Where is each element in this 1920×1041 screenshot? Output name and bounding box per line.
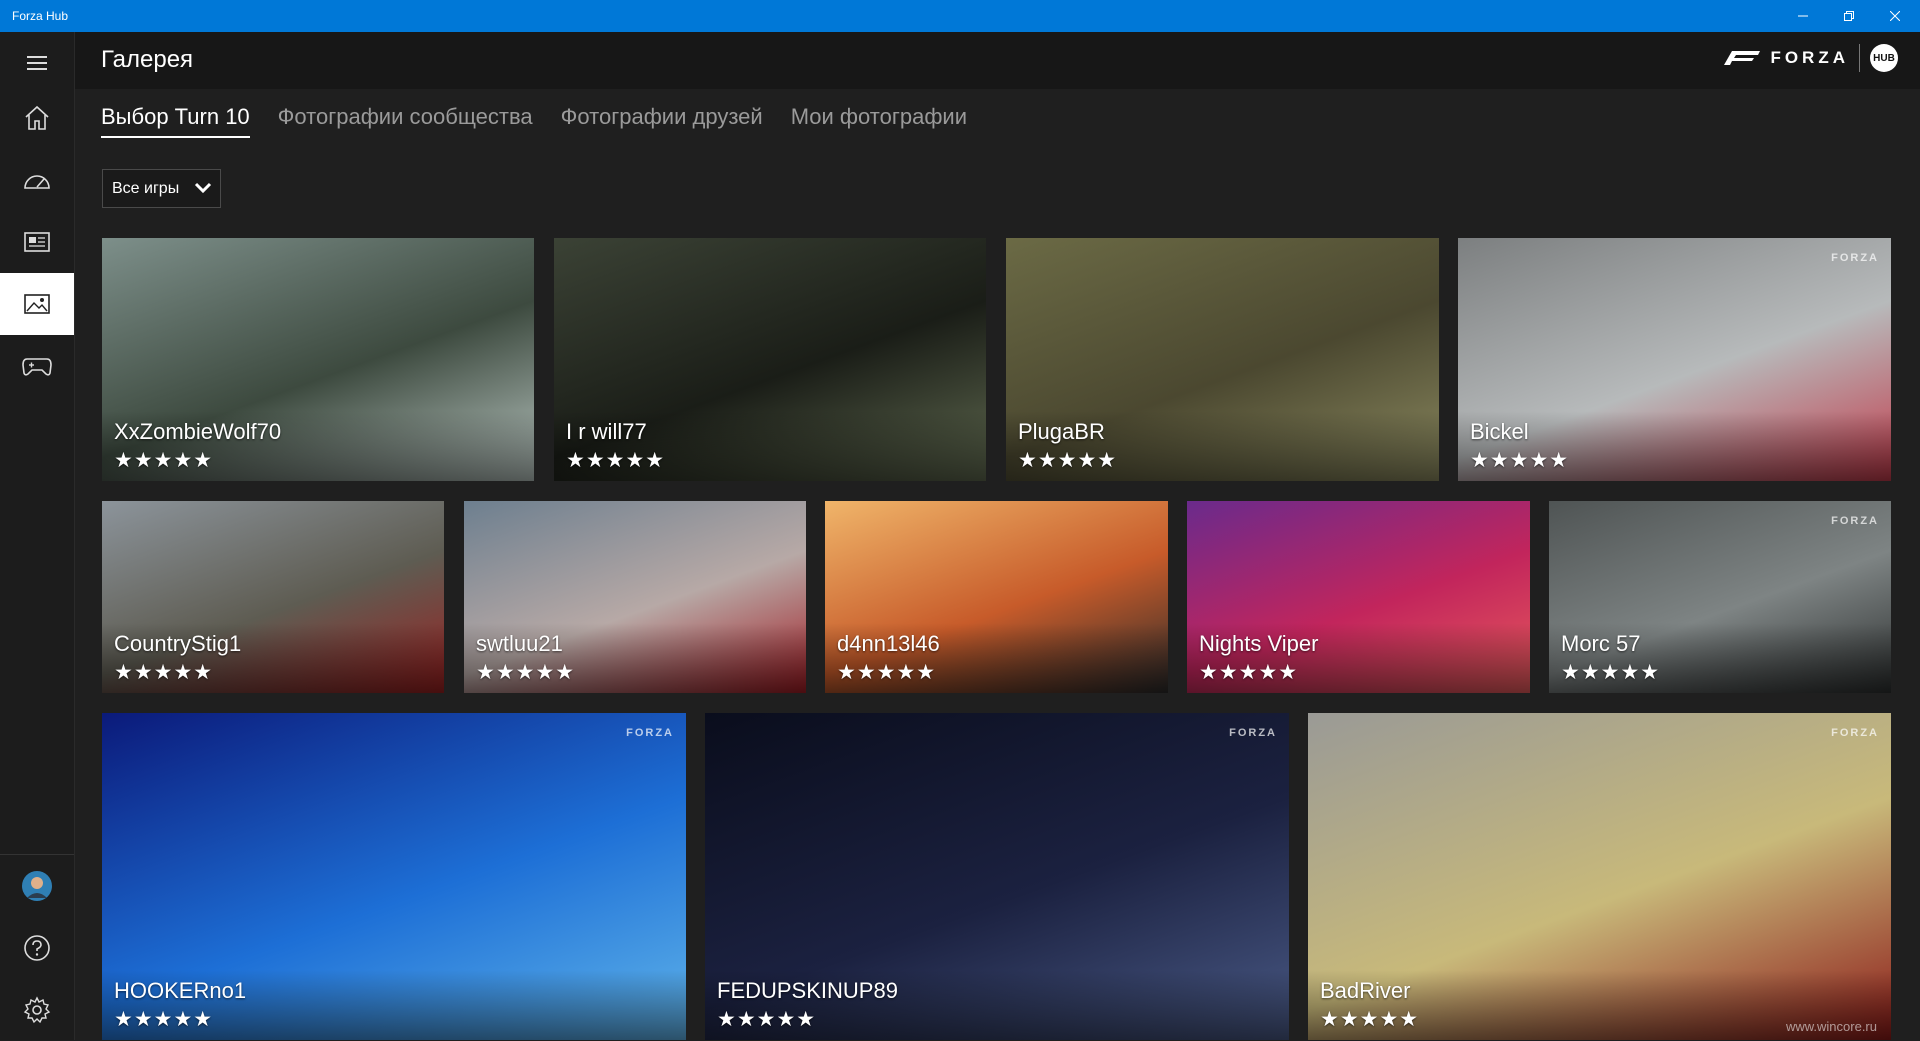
- speedometer-icon: [24, 175, 50, 189]
- photo-tile[interactable]: CountryStig1 ★★★★★: [102, 501, 444, 693]
- logo-divider: [1859, 44, 1860, 72]
- photo-author: CountryStig1: [114, 631, 242, 656]
- photo-tile[interactable]: FORZA BadRiver ★★★★★ www.wincore.ru: [1308, 713, 1891, 1040]
- games-filter-dropdown[interactable]: Все игры: [102, 169, 221, 208]
- forza-watermark: FORZA: [626, 727, 674, 739]
- settings-icon: [23, 996, 51, 1024]
- chevron-down-icon: [194, 182, 212, 194]
- hamburger-menu-icon: [27, 56, 47, 70]
- rating-stars: ★★★★★: [837, 661, 937, 684]
- forza-watermark: FORZA: [1831, 727, 1879, 739]
- rating-stars: ★★★★★: [717, 1008, 817, 1031]
- forza-watermark: FORZA: [1229, 727, 1277, 739]
- filter-label: Все игры: [112, 179, 180, 197]
- gallery-icon: [24, 294, 50, 314]
- photo-tile[interactable]: PlugaBR ★★★★★: [1006, 238, 1439, 481]
- title-bar: Forza Hub: [0, 0, 1920, 32]
- window-title: Forza Hub: [12, 9, 69, 23]
- sidebar-item-home[interactable]: [0, 87, 74, 149]
- photo-tile[interactable]: FORZA Morc 57 ★★★★★: [1549, 501, 1891, 693]
- news-icon: [24, 232, 50, 252]
- app-header: Галерея FORZA HUB: [75, 32, 1920, 89]
- photo-tile[interactable]: d4nn13l46 ★★★★★: [825, 501, 1168, 693]
- photo-author: Nights Viper: [1199, 631, 1319, 656]
- menu-button[interactable]: [0, 32, 74, 94]
- forza-logo-icon: [1724, 51, 1761, 65]
- help-button[interactable]: [0, 917, 74, 979]
- settings-button[interactable]: [0, 979, 74, 1041]
- photo-tile[interactable]: XxZombieWolf70 ★★★★★: [102, 238, 534, 481]
- photo-tile[interactable]: FORZA Bickel ★★★★★: [1458, 238, 1891, 481]
- logo-text: FORZA: [1770, 48, 1849, 67]
- hub-badge: HUB: [1870, 44, 1898, 72]
- sidebar-item-news[interactable]: [0, 211, 74, 273]
- photo-author: FEDUPSKINUP89: [717, 978, 898, 1003]
- tab-community-photos[interactable]: Фотографии сообщества: [278, 104, 533, 138]
- photo-author: swtluu21: [476, 631, 563, 656]
- sidebar-item-games[interactable]: [0, 335, 74, 397]
- close-icon: [1890, 11, 1900, 21]
- rating-stars: ★★★★★: [476, 661, 576, 684]
- photo-author: XxZombieWolf70: [114, 419, 282, 444]
- rating-stars: ★★★★★: [114, 449, 214, 472]
- sidebar-item-gallery[interactable]: [0, 273, 74, 335]
- photo-author: PlugaBR: [1018, 419, 1105, 444]
- gallery-tabs: Выбор Turn 10 Фотографии сообщества Фото…: [101, 104, 995, 138]
- help-icon: [24, 935, 50, 961]
- photo-tile[interactable]: Nights Viper ★★★★★: [1187, 501, 1530, 693]
- forza-watermark: FORZA: [1831, 252, 1879, 264]
- photo-tile[interactable]: FORZA HOOKERno1 ★★★★★: [102, 713, 686, 1040]
- rating-stars: ★★★★★: [1470, 449, 1570, 472]
- tab-friends-photos[interactable]: Фотографии друзей: [561, 104, 763, 138]
- restore-icon: [1844, 11, 1854, 21]
- photo-tile[interactable]: FORZA FEDUPSKINUP89 ★★★★★: [705, 713, 1289, 1040]
- sidebar-item-dashboard[interactable]: [0, 149, 74, 211]
- rating-stars: ★★★★★: [1199, 661, 1299, 684]
- rating-stars: ★★★★★: [566, 449, 666, 472]
- sidebar: [0, 32, 75, 1040]
- profile-button[interactable]: [0, 855, 74, 917]
- rating-stars: ★★★★★: [1561, 661, 1661, 684]
- avatar-icon: [22, 871, 52, 901]
- photo-author: HOOKERno1: [114, 978, 247, 1003]
- photo-author: Morc 57: [1561, 631, 1641, 656]
- photo-tile[interactable]: I r will77 ★★★★★: [554, 238, 986, 481]
- rating-stars: ★★★★★: [1320, 1008, 1420, 1031]
- gamepad-icon: [22, 358, 52, 376]
- tab-my-photos[interactable]: Мои фотографии: [791, 104, 967, 138]
- rating-stars: ★★★★★: [1018, 449, 1118, 472]
- forza-watermark: FORZA: [1831, 515, 1879, 527]
- minimize-button[interactable]: [1780, 0, 1826, 32]
- minimize-icon: [1798, 15, 1808, 17]
- photo-author: Bickel: [1470, 419, 1529, 444]
- source-watermark: www.wincore.ru: [1785, 1019, 1877, 1034]
- rating-stars: ★★★★★: [114, 661, 214, 684]
- forza-hub-logo: FORZA HUB: [1722, 44, 1898, 72]
- photo-tile[interactable]: swtluu21 ★★★★★: [464, 501, 806, 693]
- tab-turn10-picks[interactable]: Выбор Turn 10: [101, 104, 250, 138]
- rating-stars: ★★★★★: [114, 1008, 214, 1031]
- page-title: Галерея: [101, 46, 194, 73]
- close-button[interactable]: [1872, 0, 1918, 32]
- home-icon: [25, 105, 49, 130]
- restore-button[interactable]: [1826, 0, 1872, 32]
- photo-author: BadRiver: [1320, 978, 1411, 1003]
- photo-author: d4nn13l46: [837, 631, 940, 656]
- photo-author: I r will77: [566, 419, 647, 444]
